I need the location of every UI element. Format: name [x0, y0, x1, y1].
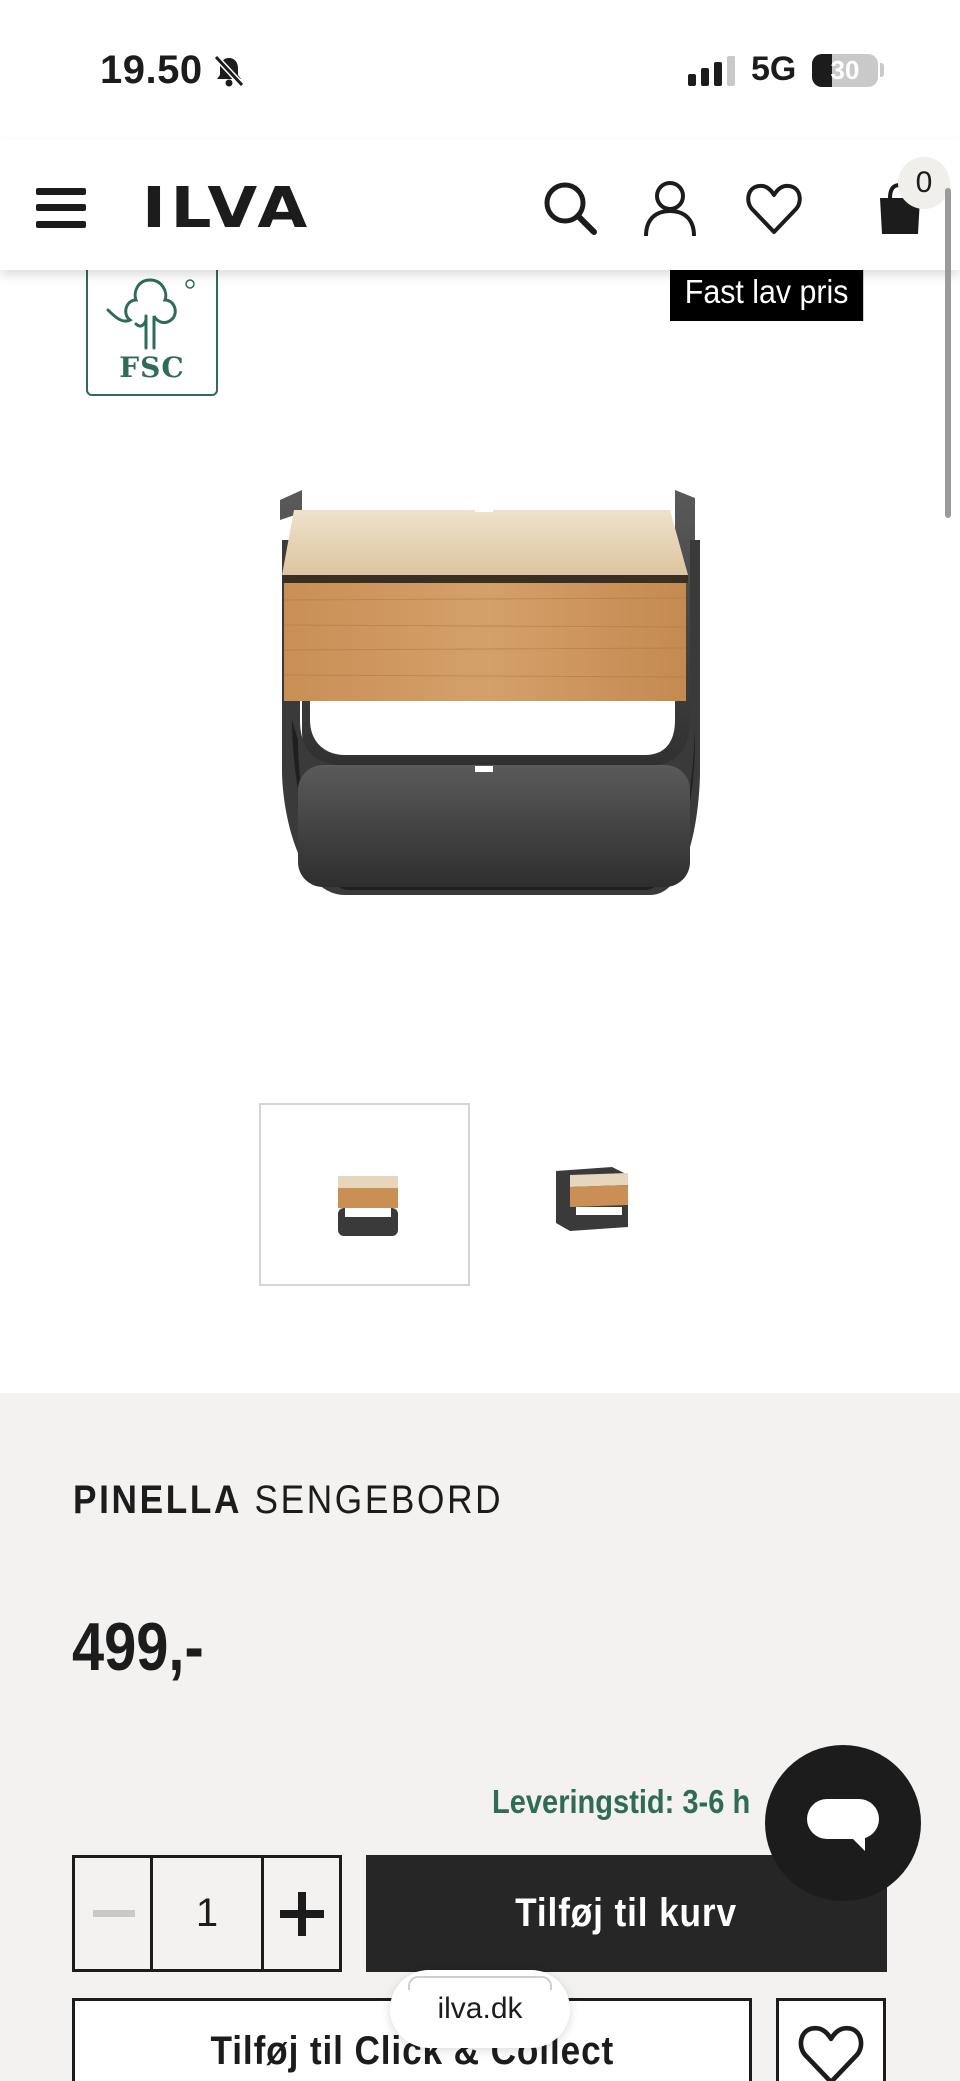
increase-quantity-button[interactable]	[261, 1858, 339, 1969]
status-time: 19.50	[100, 48, 203, 92]
battery-tip	[880, 63, 884, 77]
fsc-badge: FSC	[86, 262, 218, 396]
cart-count-badge: 0	[898, 157, 950, 209]
signal-icon	[688, 56, 735, 86]
site-header: ILVA 0	[0, 140, 960, 270]
thumbnail-image	[338, 1176, 398, 1236]
browser-url-bar[interactable]: ilva.dk	[390, 1970, 570, 2048]
battery-level: 30	[830, 55, 860, 85]
product-brand: PINELLA	[73, 1478, 243, 1522]
add-to-cart-label: Tilføj til kurv	[515, 1891, 738, 1935]
price-tag-badge: Fast lav pris	[670, 262, 864, 321]
delivery-time: Leveringstid: 3-6 h	[492, 1783, 751, 1820]
product-image[interactable]	[270, 480, 700, 900]
scrollbar[interactable]	[945, 188, 951, 518]
search-icon[interactable]	[540, 178, 600, 238]
product-price: 499,-	[72, 1609, 204, 1685]
product-type: SENGEBORD	[254, 1478, 504, 1522]
chat-icon	[807, 1799, 879, 1851]
chat-button[interactable]	[765, 1745, 921, 1901]
bell-muted-icon	[213, 54, 245, 88]
thumbnail-2[interactable]	[540, 1103, 645, 1286]
heart-icon[interactable]	[744, 178, 804, 238]
decrease-quantity-button[interactable]	[75, 1858, 153, 1969]
network-type: 5G	[751, 50, 797, 88]
quantity-input[interactable]: 1	[153, 1858, 261, 1969]
thumbnail-image	[556, 1167, 628, 1231]
fsc-label: FSC	[119, 351, 185, 384]
wishlist-button[interactable]	[776, 1998, 886, 2081]
thumbnail-1[interactable]	[259, 1103, 470, 1286]
battery-icon: 30	[812, 54, 878, 87]
heart-icon	[798, 2025, 864, 2081]
quantity-stepper: 1	[72, 1855, 342, 1972]
ilva-logo[interactable]: ILVA	[142, 181, 312, 237]
status-bar: 19.50 5G 30	[0, 0, 960, 140]
fsc-tree-icon	[106, 278, 195, 350]
product-name: PINELLA SENGEBORD	[73, 1478, 503, 1523]
account-icon[interactable]	[640, 178, 700, 238]
menu-icon[interactable]	[36, 188, 86, 228]
